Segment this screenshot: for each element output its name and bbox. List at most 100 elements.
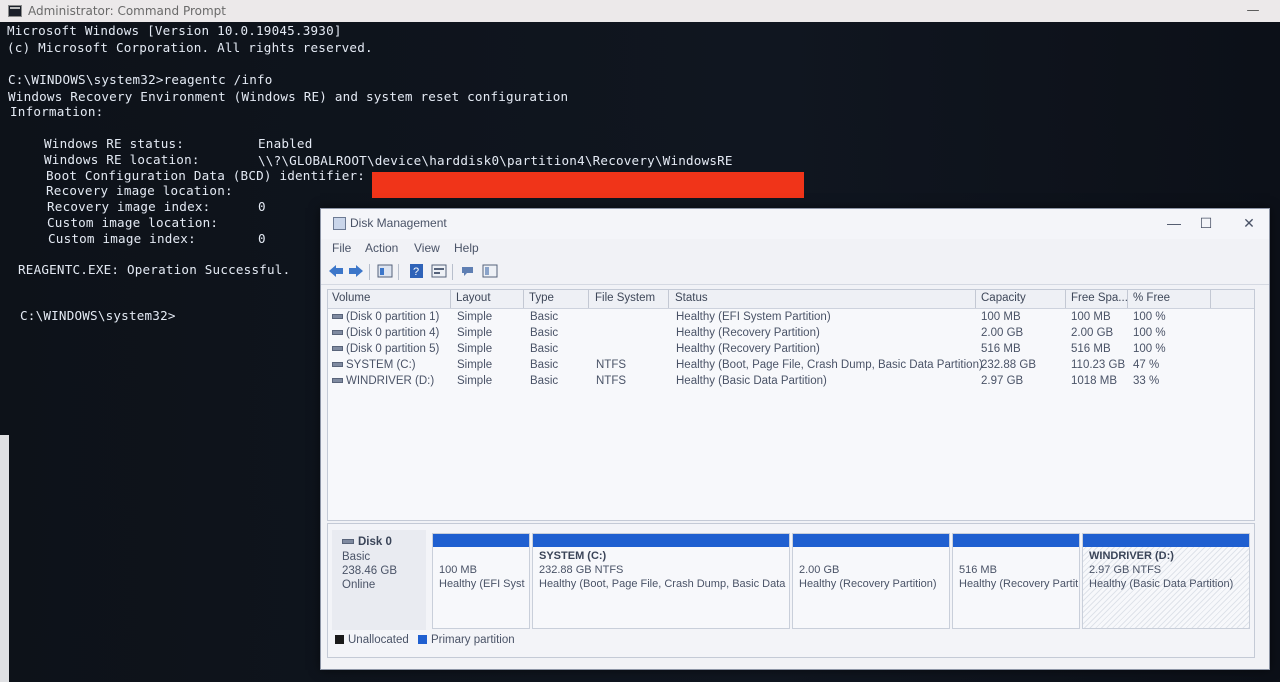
legend-primary: Primary partition [430,634,515,646]
rescan-icon[interactable] [460,264,476,278]
table-row[interactable]: (Disk 0 partition 1) Simple Basic Health… [328,310,1254,326]
free-space-cell: 516 MB [1071,343,1111,355]
col-capacity[interactable]: Capacity [981,292,1026,304]
col-layout[interactable]: Layout [456,292,491,304]
console-value: 0 [258,199,266,214]
column-divider[interactable] [1210,290,1211,308]
column-divider[interactable] [450,290,451,308]
col-status[interactable]: Status [675,292,708,304]
maximize-button[interactable]: ☐ [1192,215,1220,232]
disk-0-label[interactable]: Disk 0 Basic 238.46 GB Online [332,530,426,630]
volume-list-header: Volume Layout Type File System Status Ca… [328,290,1254,309]
partition-system-c[interactable]: SYSTEM (C:) 232.88 GB NTFS Healthy (Boot… [532,533,790,629]
cmd-title-bar[interactable]: Administrator: Command Prompt — [0,0,1280,22]
cmd-minimize-button[interactable]: — [1232,0,1274,22]
toolbar-separator [369,264,370,280]
layout-cell: Simple [457,327,493,339]
free-space-cell: 2.00 GB [1071,327,1114,339]
minimize-button[interactable]: — [1160,215,1188,231]
menu-help[interactable]: Help [454,241,479,255]
partition-recovery-4[interactable]: 2.00 GB Healthy (Recovery Partition) [792,533,950,629]
table-row[interactable]: WINDRIVER (D:) Simple Basic NTFS Healthy… [328,374,1254,390]
disk-state: Online [342,579,376,591]
percent-free-cell: 100 % [1133,343,1166,355]
close-button[interactable]: ✕ [1235,215,1263,232]
disk-list-icon[interactable] [377,264,393,278]
partition-size: 516 MB [959,564,997,576]
percent-free-cell: 33 % [1133,375,1160,387]
dm-window-title: Disk Management [350,216,447,230]
free-space-cell: 110.23 GB [1071,359,1126,371]
menu-file[interactable]: File [332,241,351,255]
column-divider[interactable] [668,290,669,308]
capacity-cell: 516 MB [981,343,1021,355]
volume-cell: WINDRIVER (D:) [332,375,434,387]
status-cell: Healthy (Basic Data Partition) [676,375,827,387]
volume-name: WINDRIVER (D:) [346,375,435,387]
type-cell: Basic [530,359,559,371]
column-divider[interactable] [1065,290,1066,308]
status-cell: Healthy (EFI System Partition) [676,311,831,323]
column-divider[interactable] [975,290,976,308]
status-cell: Healthy (Boot, Page File, Crash Dump, Ba… [676,359,983,371]
legend: Unallocated Primary partition [335,634,515,646]
console-line: REAGENTC.EXE: Operation Successful. [18,262,291,277]
menu-view[interactable]: View [414,241,440,255]
partition-status: Healthy (Recovery Partition) [799,578,937,590]
column-divider[interactable] [588,290,589,308]
volume-cell: (Disk 0 partition 1) [332,311,439,323]
volume-cell: (Disk 0 partition 4) [332,327,439,339]
partition-status: Healthy (EFI Syst [439,578,525,590]
forward-arrow-icon[interactable] [348,264,364,278]
free-space-cell: 1018 MB [1071,375,1118,387]
console-line: Windows Recovery Environment (Windows RE… [8,89,569,104]
cmd-app-icon [8,5,22,17]
redaction-block [372,172,804,198]
layout-cell: Simple [457,375,493,387]
table-row[interactable]: (Disk 0 partition 5) Simple Basic Health… [328,342,1254,358]
volume-icon [332,314,343,320]
layout-cell: Simple [457,311,493,323]
disk-name-text: Disk 0 [358,536,392,548]
column-divider[interactable] [1127,290,1128,308]
console-value: \\?\GLOBALROOT\device\harddisk0\partitio… [258,153,733,168]
partition-recovery-5[interactable]: 516 MB Healthy (Recovery Partit [952,533,1080,629]
menu-action[interactable]: Action [365,241,398,255]
help-icon[interactable]: ? [409,264,425,278]
col-volume[interactable]: Volume [332,292,370,304]
file-system-cell: NTFS [596,359,627,371]
layout-cell: Simple [457,343,493,355]
col-free-space[interactable]: Free Spa... [1071,292,1128,304]
svg-text:?: ? [413,266,419,278]
console-tree-icon[interactable] [482,264,498,278]
volume-icon [332,362,343,368]
col-type[interactable]: Type [529,292,554,304]
partition-size: 2.97 GB NTFS [1089,564,1162,576]
partition-efi[interactable]: 100 MB Healthy (EFI Syst [432,533,530,629]
console-line: Windows RE status: [44,136,185,151]
properties-icon[interactable] [431,264,447,278]
col-file-system[interactable]: File System [595,292,655,304]
console-prompt: C:\WINDOWS\system32> [20,308,176,323]
partition-name: WINDRIVER (D:) [1089,550,1174,562]
table-row[interactable]: SYSTEM (C:) Simple Basic NTFS Healthy (B… [328,358,1254,374]
dm-title-bar[interactable]: Disk Management — ☐ ✕ [321,209,1269,239]
percent-free-cell: 100 % [1133,311,1166,323]
disk-size: 238.46 GB [342,565,397,577]
type-cell: Basic [530,311,559,323]
percent-free-cell: 47 % [1133,359,1160,371]
volume-icon [332,346,343,352]
partition-size: 232.88 GB NTFS [539,564,624,576]
table-row[interactable]: (Disk 0 partition 4) Simple Basic Health… [328,326,1254,342]
console-line: Recovery image index: [47,199,211,214]
disk-type: Basic [342,551,371,563]
menu-bar: File Action View Help [321,239,1269,259]
col-percent-free[interactable]: % Free [1133,292,1170,304]
back-arrow-icon[interactable] [328,264,344,278]
console-line: Custom image location: [47,215,219,230]
console-value: Enabled [258,136,313,151]
column-divider[interactable] [523,290,524,308]
partition-bar [793,534,949,547]
partition-windriver-d[interactable]: WINDRIVER (D:) 2.97 GB NTFS Healthy (Bas… [1082,533,1250,629]
console-line: Microsoft Windows [Version 10.0.19045.39… [7,23,342,38]
